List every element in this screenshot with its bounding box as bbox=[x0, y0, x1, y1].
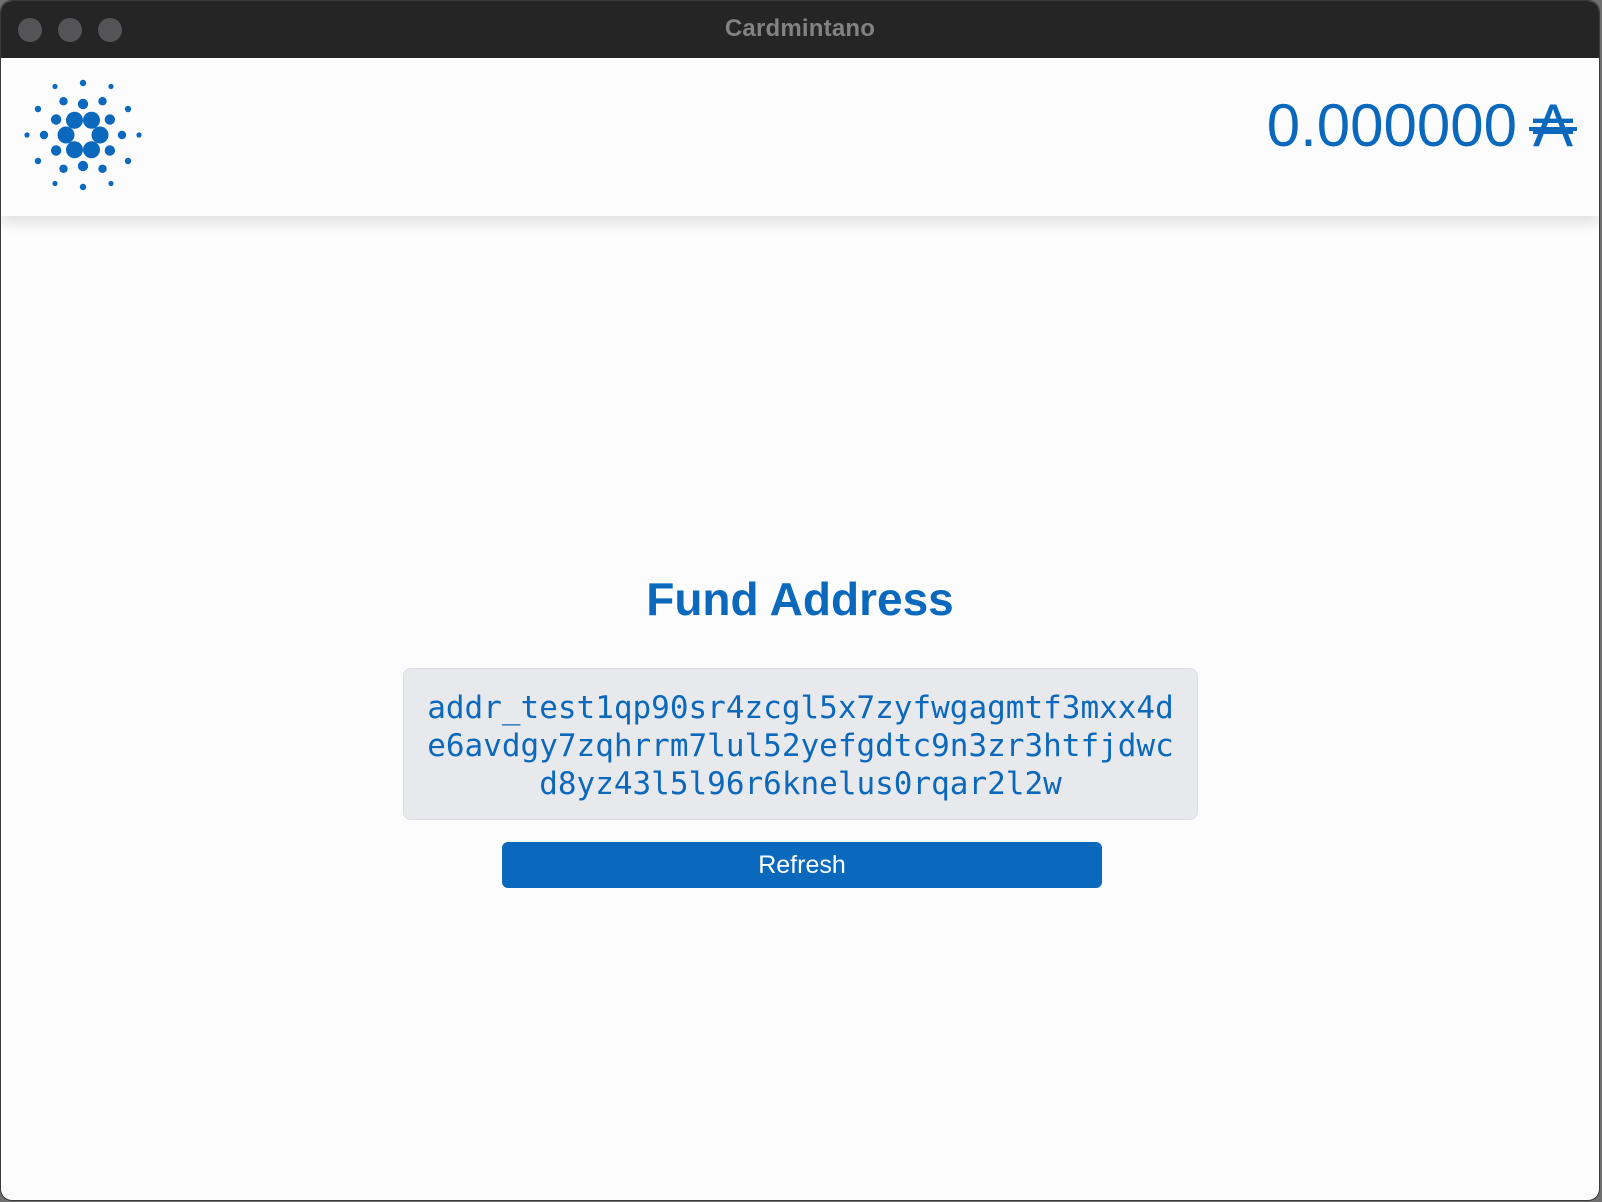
logo-dot bbox=[83, 141, 100, 159]
logo-dot bbox=[136, 132, 142, 138]
logo-dot bbox=[57, 126, 75, 144]
logo-dot bbox=[79, 183, 87, 191]
fund-address-box[interactable]: addr_test1qp90sr4zcgl5x7zyfwgagmtf3mxx4d… bbox=[403, 668, 1198, 820]
logo-dot bbox=[104, 114, 116, 125]
logo-dot bbox=[91, 126, 109, 144]
logo-dot bbox=[52, 83, 58, 90]
logo-dot bbox=[39, 130, 49, 140]
balance-display: 0.000000 ₳ bbox=[1267, 92, 1578, 159]
cardano-logo-icon bbox=[24, 79, 142, 191]
app-window: Cardmintano 0.000000 ₳ Fund Address addr_… bbox=[0, 0, 1600, 1201]
logo-dot bbox=[77, 160, 89, 172]
logo-dot bbox=[124, 105, 132, 113]
logo-dot bbox=[108, 83, 114, 90]
title-bar[interactable]: Cardmintano bbox=[1, 1, 1599, 59]
logo-dot bbox=[34, 105, 42, 113]
ada-unit-glyph: ₳ bbox=[1528, 92, 1578, 159]
logo-dot bbox=[52, 180, 58, 187]
logo-dot bbox=[98, 97, 107, 106]
logo-dot bbox=[34, 157, 42, 165]
logo-dot bbox=[83, 111, 100, 129]
app-header: 0.000000 ₳ bbox=[1, 58, 1599, 216]
logo-dot bbox=[117, 130, 127, 140]
logo-dot bbox=[66, 141, 83, 159]
logo-dot bbox=[59, 164, 68, 173]
balance-value: 0.000000 bbox=[1266, 92, 1517, 159]
main-content: Fund Address addr_test1qp90sr4zcgl5x7zyf… bbox=[1, 216, 1599, 1200]
logo-dot bbox=[50, 114, 62, 125]
logo-dot bbox=[79, 79, 87, 87]
refresh-button[interactable]: Refresh bbox=[502, 842, 1102, 888]
window-title: Cardmintano bbox=[724, 15, 876, 42]
logo-dot bbox=[50, 145, 62, 156]
logo-dot bbox=[124, 157, 132, 165]
logo-dot bbox=[66, 111, 83, 129]
logo-dot bbox=[98, 164, 107, 173]
logo-dot bbox=[59, 97, 68, 106]
logo-dot bbox=[108, 180, 114, 187]
page-title: Fund Address bbox=[646, 573, 954, 625]
ada-unit-symbol: ₳ bbox=[1528, 92, 1578, 159]
logo-dot bbox=[24, 132, 30, 138]
logo-dot bbox=[104, 145, 116, 156]
logo-dot bbox=[77, 98, 89, 110]
